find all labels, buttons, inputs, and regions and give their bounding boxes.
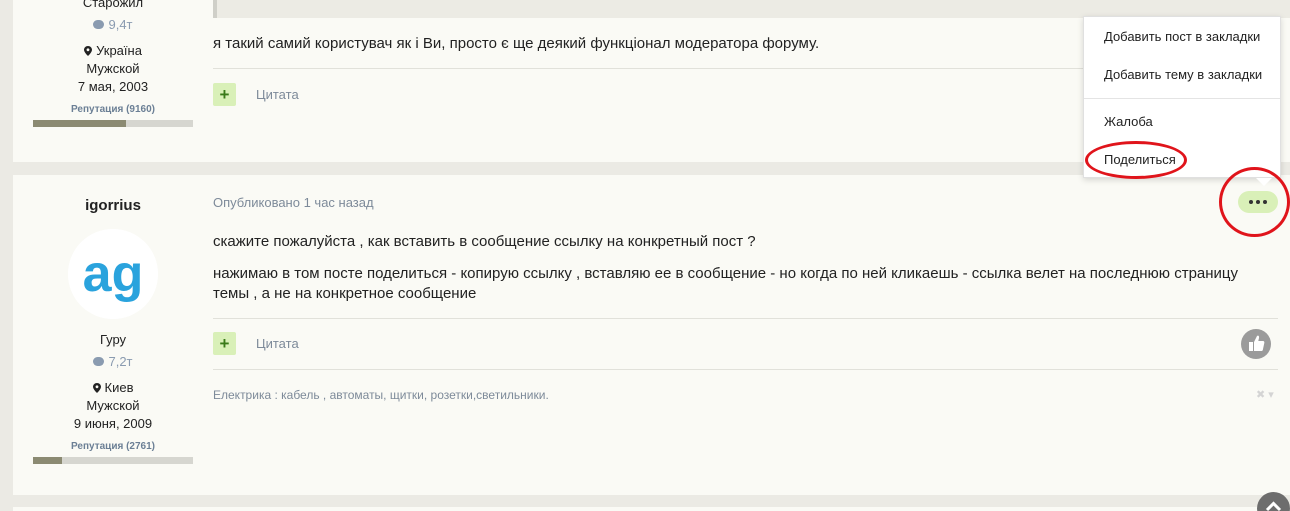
post-card-2: igorrius ag Гуру 7,2т Киев Мужской 9 июн…	[13, 175, 1290, 495]
menu-item-report[interactable]: Жалоба	[1104, 114, 1153, 129]
like-button[interactable]	[1241, 329, 1271, 359]
post-author-panel: Старожил 9,4т Україна Мужской 7 мая, 200…	[33, 0, 193, 127]
thumbs-up-icon	[1249, 335, 1265, 351]
reputation-bar	[33, 457, 193, 464]
post-author-panel: igorrius ag Гуру 7,2т Киев Мужской 9 июн…	[33, 197, 193, 464]
hide-signature-icon[interactable]: ✖ ▾	[1256, 388, 1274, 401]
reputation-bar	[33, 120, 193, 127]
avatar-text: ag	[83, 245, 144, 303]
avatar-image: ag	[68, 229, 158, 319]
reputation-bar-fill	[33, 457, 62, 464]
post-message-line: скажите пожалуйста , как вставить в сооб…	[213, 233, 756, 250]
chevron-up-icon	[1265, 501, 1282, 511]
author-posts-count[interactable]: 9,4т	[33, 16, 193, 34]
author-rank: Гуру	[99, 332, 127, 347]
reputation-label: Репутация (9160)	[71, 104, 155, 115]
reputation-label: Репутация (2761)	[71, 441, 155, 452]
author-posts-count[interactable]: 7,2т	[33, 353, 193, 371]
author-location: Киев	[33, 379, 193, 397]
author-gender: Мужской	[86, 61, 140, 76]
author-joined: 7 мая, 2003	[77, 79, 149, 94]
multiquote-button[interactable]: +	[213, 83, 236, 106]
map-pin-icon	[84, 46, 93, 56]
author-location: Україна	[33, 42, 193, 60]
highlight-ellipse-share	[1085, 141, 1187, 179]
author-rank: Старожил	[82, 0, 144, 10]
author-gender: Мужской	[86, 398, 140, 413]
map-pin-icon	[92, 383, 101, 393]
signature: Електрика : кабель , автоматы, щитки, ро…	[213, 388, 549, 402]
menu-divider	[1084, 98, 1280, 99]
post-divider	[213, 318, 1278, 319]
avatar[interactable]: ag	[68, 229, 158, 319]
scroll-to-top-button[interactable]	[1257, 492, 1290, 511]
comment-icon	[93, 357, 105, 366]
highlight-ellipse-more-button	[1219, 167, 1290, 237]
post-message-line: нажимаю в том посте поделиться - копирую…	[213, 265, 1239, 302]
quote-button[interactable]: Цитата	[256, 87, 299, 102]
post-date[interactable]: Опубликовано 1 час назад	[213, 195, 1278, 210]
menu-item-bookmark-post[interactable]: Добавить пост в закладки	[1104, 29, 1260, 44]
reputation-bar-fill	[33, 120, 126, 127]
author-name[interactable]: igorrius	[33, 197, 193, 215]
quote-button[interactable]: Цитата	[256, 336, 299, 351]
post-card-3	[13, 507, 1290, 511]
comment-icon	[93, 20, 105, 29]
menu-item-bookmark-topic[interactable]: Добавить тему в закладки	[1104, 67, 1262, 82]
multiquote-button[interactable]: +	[213, 332, 236, 355]
post-divider	[213, 369, 1278, 370]
author-joined: 9 июня, 2009	[73, 416, 153, 431]
